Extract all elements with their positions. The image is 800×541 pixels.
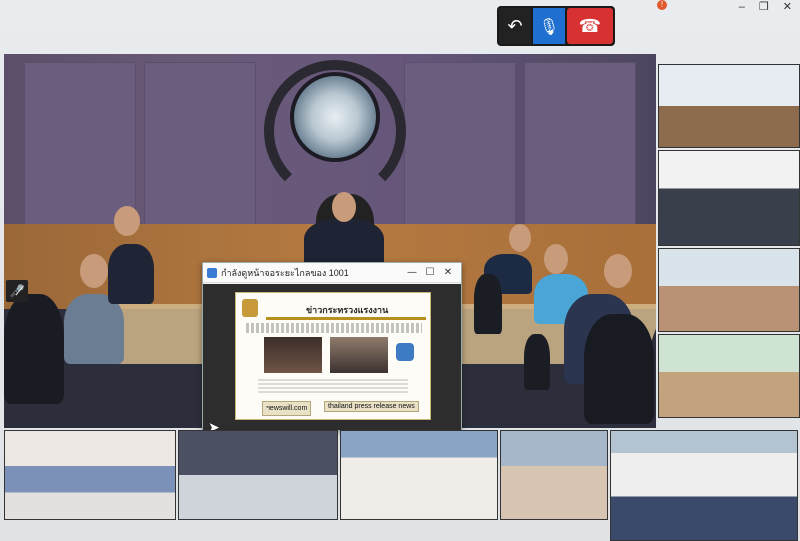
participant-left-1 (64, 294, 124, 364)
participant-left-2 (108, 244, 154, 304)
monitor (474, 274, 502, 334)
remote-screen-content: ข่าวกระทรวงแรงงาน ฯewswill.com thailand … (203, 284, 461, 430)
participant-head (332, 192, 356, 222)
participant-gallery-bottom (4, 430, 800, 541)
news-photo (330, 337, 388, 373)
microphone-muted-icon: 🎙 (538, 16, 560, 36)
participant-video-tile[interactable] (658, 64, 800, 148)
ministry-logo-icon (242, 299, 258, 317)
participant-gallery-right (658, 64, 800, 482)
participant-video-tile[interactable] (610, 430, 798, 541)
participant-video-tile[interactable] (4, 430, 176, 520)
participant-head (544, 244, 568, 274)
slide-body-text (246, 323, 422, 333)
call-control-bar: ↶ 🎙 ☎ (497, 6, 615, 46)
participant-head (509, 224, 531, 252)
wall-panel (404, 62, 516, 247)
slide-caption (258, 379, 408, 393)
news-slide: ข่าวกระทรวงแรงงาน ฯewswill.com thailand … (235, 292, 431, 420)
wall-panel (524, 62, 636, 247)
slide-heading: ข่าวกระทรวงแรงงาน (306, 305, 389, 315)
participant-head (604, 254, 632, 288)
minimize-icon[interactable]: — (403, 267, 421, 278)
notification-icon[interactable]: ! (657, 0, 667, 10)
participant-video-tile[interactable] (178, 430, 338, 520)
wall-panel (144, 62, 256, 247)
news-photo (264, 337, 322, 373)
close-icon[interactable]: ✕ (439, 267, 457, 278)
mute-button[interactable]: 🎙 (533, 8, 565, 44)
chair-row-right (584, 314, 654, 424)
participant-video-tile[interactable] (658, 150, 800, 246)
participant-video-tile[interactable] (500, 430, 608, 520)
participant-head (80, 254, 108, 288)
monitor (524, 334, 550, 390)
video-conference-screen: ! – ❐ ✕ ↶ 🎙 ☎ 🎤̸ กำลังดูหน้าจอระยะไกลของ… (0, 0, 800, 541)
chair-row-left (4, 294, 64, 404)
restore-icon[interactable]: ❐ (759, 0, 769, 14)
slide-divider (266, 317, 426, 320)
app-icon (207, 267, 217, 278)
phone-hangup-icon: ☎ (578, 15, 602, 37)
remote-screen-title: กำลังดูหน้าจอระยะไกลของ 1001 (221, 267, 349, 278)
participant-video-tile[interactable] (658, 334, 800, 418)
undo-icon: ↶ (507, 15, 523, 37)
hang-up-button[interactable]: ☎ (567, 8, 613, 44)
microphone-muted-icon: 🎤̸ (6, 280, 28, 302)
back-button[interactable]: ↶ (499, 8, 531, 44)
participant-video-tile[interactable] (340, 430, 498, 520)
minimize-icon[interactable]: – (739, 0, 745, 14)
participant-video-tile[interactable] (658, 248, 800, 332)
remote-screen-titlebar: กำลังดูหน้าจอระยะไกลของ 1001 — ☐ ✕ (203, 263, 461, 283)
maximize-icon[interactable]: ☐ (421, 267, 439, 278)
partner-logo-icon (396, 343, 414, 361)
close-icon[interactable]: ✕ (783, 0, 792, 14)
source-url-left: ฯewswill.com (262, 401, 312, 416)
ministry-emblem (290, 72, 380, 162)
window-controls: – ❐ ✕ (739, 0, 792, 14)
remote-screen-window[interactable]: กำลังดูหน้าจอระยะไกลของ 1001 — ☐ ✕ ข่าวก… (202, 262, 462, 430)
source-url-right: thailand press release news (324, 401, 419, 412)
participant-head (114, 206, 140, 236)
